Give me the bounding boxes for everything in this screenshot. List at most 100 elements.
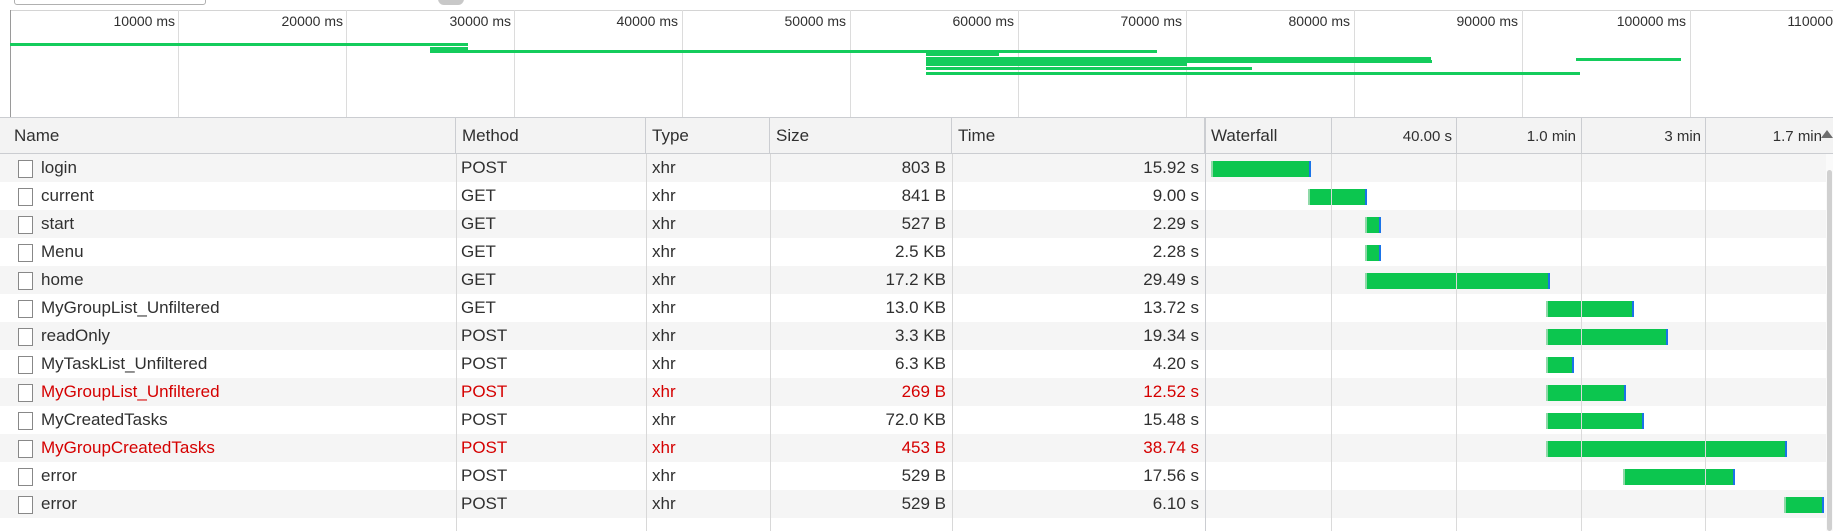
waterfall-bar[interactable] xyxy=(1625,469,1735,485)
waterfall-gridline xyxy=(1581,154,1582,531)
column-divider xyxy=(952,154,953,531)
column-header-type[interactable]: Type xyxy=(646,118,770,154)
request-size: 3.3 KB xyxy=(894,326,946,345)
overview-gridline xyxy=(1690,10,1691,117)
column-header-waterfall[interactable]: Waterfall xyxy=(1205,118,1333,154)
waterfall-bar[interactable] xyxy=(1548,441,1787,457)
request-time: 4.20 s xyxy=(1152,354,1199,373)
request-method: POST xyxy=(461,494,508,513)
request-method: GET xyxy=(461,298,496,317)
request-size: 529 B xyxy=(901,494,946,513)
request-method: POST xyxy=(461,382,508,401)
waterfall-gridline xyxy=(1456,154,1457,531)
overview-gridline xyxy=(178,10,179,117)
overview-top-border xyxy=(10,10,1833,11)
waterfall-bar[interactable] xyxy=(1548,413,1644,429)
request-name: MyCreatedTasks xyxy=(41,410,168,429)
request-size: 803 B xyxy=(901,158,946,177)
column-divider xyxy=(646,154,647,531)
overview-request-bar xyxy=(1576,58,1681,61)
request-size: 17.2 KB xyxy=(885,270,947,289)
request-name: start xyxy=(41,214,75,233)
waterfall-bar[interactable] xyxy=(1786,497,1824,513)
document-icon xyxy=(18,384,33,402)
waterfall-bar[interactable] xyxy=(1548,329,1668,345)
request-method: POST xyxy=(461,466,508,485)
request-type: xhr xyxy=(652,270,676,289)
request-name: readOnly xyxy=(41,326,110,345)
table-row[interactable]: MyCreatedTasks POST xhr 72.0 KB 15.48 s xyxy=(0,406,1833,434)
waterfall-bar[interactable] xyxy=(1548,385,1626,401)
table-row[interactable]: MyGroupCreatedTasks POST xhr 453 B 38.74 s xyxy=(0,434,1833,462)
table-row[interactable]: MyGroupList_Unfiltered GET xhr 13.0 KB 13.72… xyxy=(0,294,1833,322)
column-header-method[interactable]: Method xyxy=(456,118,646,154)
document-icon xyxy=(18,328,33,346)
overview-tick-label: 100000 ms xyxy=(1616,13,1686,29)
table-row[interactable]: error POST xhr 529 B 17.56 s xyxy=(0,462,1833,490)
table-row[interactable]: readOnly POST xhr 3.3 KB 19.34 s xyxy=(0,322,1833,350)
request-time: 17.56 s xyxy=(1143,466,1199,485)
table-row[interactable]: start GET xhr 527 B 2.29 s xyxy=(0,210,1833,238)
waterfall-bar[interactable] xyxy=(1213,161,1311,177)
waterfall-bar[interactable] xyxy=(1548,301,1634,317)
table-row[interactable]: MyGroupList_Unfiltered POST xhr 269 B 12.52 … xyxy=(0,378,1833,406)
request-time: 12.52 s xyxy=(1143,382,1199,401)
waterfall-bar[interactable] xyxy=(1367,245,1381,261)
waterfall-bar[interactable] xyxy=(1310,189,1367,205)
overview-gridline xyxy=(514,10,515,117)
table-row[interactable]: home GET xhr 17.2 KB 29.49 s xyxy=(0,266,1833,294)
request-size: 13.0 KB xyxy=(885,298,947,317)
request-method: POST xyxy=(461,354,508,373)
table-row[interactable]: MyTaskList_Unfiltered POST xhr 6.3 KB 4.20 s xyxy=(0,350,1833,378)
column-header-size[interactable]: Size xyxy=(770,118,952,154)
table-row[interactable]: login POST xhr 803 B 15.92 s xyxy=(0,154,1833,182)
waterfall-bar[interactable] xyxy=(1367,273,1550,289)
request-name: Menu xyxy=(41,242,84,261)
filter-input[interactable] xyxy=(14,0,206,5)
overview-scroll-handle[interactable] xyxy=(438,0,464,5)
request-time: 38.74 s xyxy=(1143,438,1199,457)
document-icon xyxy=(18,216,33,234)
table-scrollbar-thumb[interactable] xyxy=(1827,170,1832,531)
request-method: POST xyxy=(461,158,508,177)
document-icon xyxy=(18,468,33,486)
sort-up-icon[interactable] xyxy=(1821,130,1833,138)
table-row[interactable]: current GET xhr 841 B 9.00 s xyxy=(0,182,1833,210)
overview-request-bar xyxy=(10,43,468,46)
overview-request-bar xyxy=(430,43,468,46)
table-row[interactable]: error POST xhr 529 B 6.10 s xyxy=(0,490,1833,518)
request-type: xhr xyxy=(652,158,676,177)
request-method: POST xyxy=(461,326,508,345)
overview-gridline xyxy=(1354,10,1355,117)
request-time: 15.48 s xyxy=(1143,410,1199,429)
column-header-name[interactable]: Name xyxy=(8,118,456,154)
column-divider xyxy=(770,154,771,531)
overview-request-bar xyxy=(926,72,1580,75)
request-name: MyGroupList_Unfiltered xyxy=(41,382,220,401)
waterfall-column-divider xyxy=(1205,118,1206,531)
column-header-time[interactable]: Time xyxy=(952,118,1205,154)
request-name: MyTaskList_Unfiltered xyxy=(41,354,208,373)
network-overview[interactable]: 10000 ms 20000 ms 30000 ms 40000 ms 50000 ms… xyxy=(0,0,1833,118)
overview-gridline xyxy=(850,10,851,117)
request-method: GET xyxy=(461,242,496,261)
request-type: xhr xyxy=(652,382,676,401)
request-method: POST xyxy=(461,410,508,429)
waterfall-scale-label: 40.00 s xyxy=(1402,128,1452,145)
request-size: 453 B xyxy=(901,438,946,457)
request-size: 6.3 KB xyxy=(894,354,946,373)
overview-selection-edge[interactable] xyxy=(10,10,11,117)
request-name: MyGroupList_Unfiltered xyxy=(41,298,220,317)
request-name: error xyxy=(41,466,77,485)
request-type: xhr xyxy=(652,242,676,261)
request-size: 529 B xyxy=(901,466,946,485)
overview-tick-label: 70000 ms xyxy=(1120,13,1182,29)
waterfall-scale-label: 1.7 min xyxy=(1772,128,1822,145)
waterfall-bar[interactable] xyxy=(1367,217,1381,233)
request-time: 29.49 s xyxy=(1143,270,1199,289)
waterfall-bar[interactable] xyxy=(1548,357,1574,373)
request-type: xhr xyxy=(652,186,676,205)
table-row[interactable]: Menu GET xhr 2.5 KB 2.28 s xyxy=(0,238,1833,266)
document-icon xyxy=(18,356,33,374)
column-divider xyxy=(456,154,457,531)
